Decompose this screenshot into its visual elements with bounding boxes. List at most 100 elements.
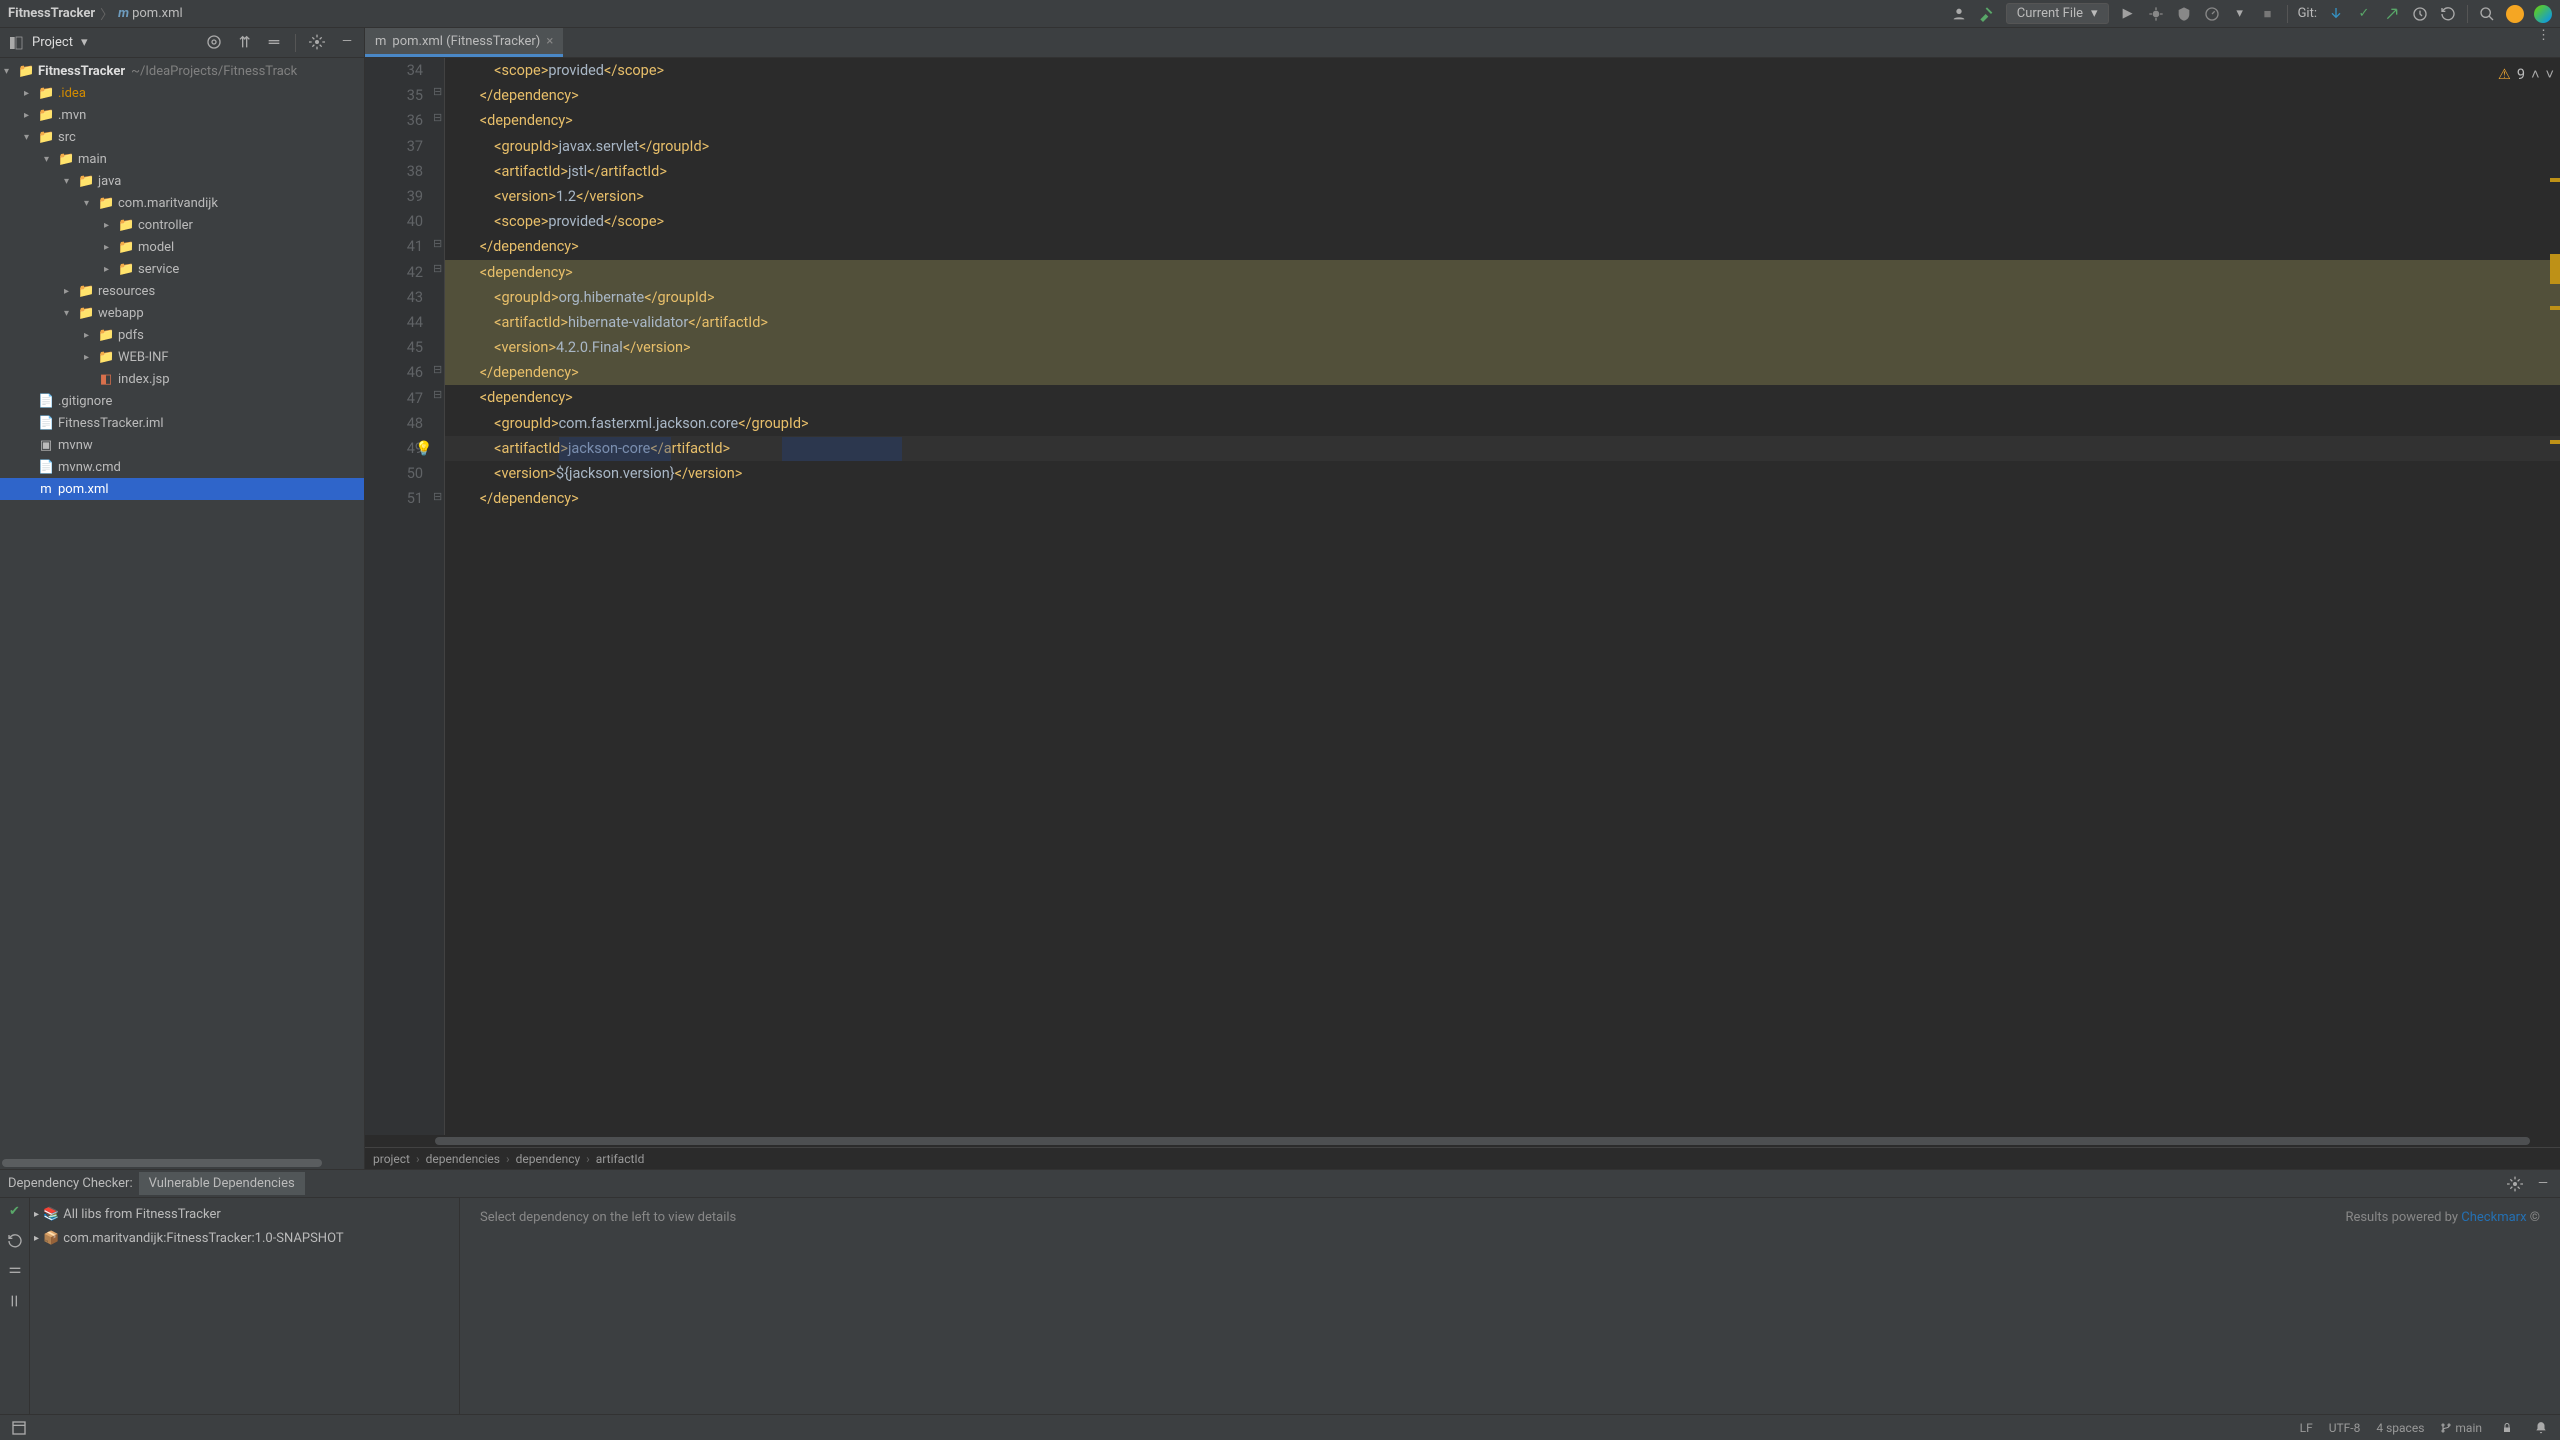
project-tree[interactable]: 📁 FitnessTracker ~/IdeaProjects/FitnessT… <box>0 58 364 1157</box>
dep-tree-item[interactable]: ▸ 📚 All libs from FitnessTracker <box>34 1202 455 1226</box>
select-opened-icon[interactable] <box>205 34 223 52</box>
editor-content[interactable]: 343536373839404142434445464748495051 ⊟ ⊟… <box>365 58 2560 1135</box>
build-icon[interactable] <box>1978 6 1996 22</box>
editor-scrollbar[interactable] <box>365 1135 2560 1147</box>
vulnerable-tab[interactable]: Vulnerable Dependencies <box>139 1172 305 1195</box>
tree-item-idea[interactable]: 📁 .idea <box>0 82 364 104</box>
expand-icon[interactable] <box>64 308 78 319</box>
expand-icon[interactable]: ▸ <box>34 1209 39 1220</box>
ok-status-icon[interactable]: ✔ <box>9 1204 20 1219</box>
tree-item-gitignore[interactable]: 📄 .gitignore <box>0 390 364 412</box>
rollback-icon[interactable] <box>2439 6 2457 22</box>
chevron-down-icon[interactable]: ˅ <box>2546 66 2554 83</box>
coverage-icon[interactable] <box>2175 6 2193 22</box>
collapse-all-icon[interactable] <box>265 34 283 52</box>
indent[interactable]: 4 spaces <box>2376 1421 2424 1435</box>
dependency-tree[interactable]: ▸ 📚 All libs from FitnessTracker ▸ 📦 com… <box>30 1198 460 1414</box>
avatar-icon[interactable] <box>2506 5 2524 23</box>
project-view-icon[interactable] <box>8 35 24 51</box>
debug-icon[interactable] <box>2147 6 2165 22</box>
history-icon[interactable] <box>2411 6 2429 22</box>
collapse-icon[interactable] <box>6 1293 24 1309</box>
checkmarx-link[interactable]: Checkmarx <box>2461 1210 2526 1225</box>
tree-scrollbar[interactable] <box>0 1157 364 1169</box>
expand-icon[interactable] <box>104 264 118 275</box>
inspection-widget[interactable]: ⚠ 9 ˄ ˅ <box>2492 64 2560 85</box>
breadcrumb-dependencies[interactable]: dependencies <box>426 1152 500 1166</box>
tree-item-mvnw[interactable]: ▣ mvnw <box>0 434 364 456</box>
expand-icon[interactable] <box>24 110 38 121</box>
bottom-tool-header: Dependency Checker: Vulnerable Dependenc… <box>0 1170 2560 1198</box>
expand-all-icon[interactable] <box>235 34 253 52</box>
project-tool-title[interactable]: Project <box>32 35 73 50</box>
expand-icon[interactable] <box>64 176 78 187</box>
tree-item-main[interactable]: 📁 main <box>0 148 364 170</box>
tree-item-indexjsp[interactable]: ◧ index.jsp <box>0 368 364 390</box>
tree-item-controller[interactable]: 📁 controller <box>0 214 364 236</box>
tree-item-package[interactable]: 📁 com.maritvandijk <box>0 192 364 214</box>
tree-item-src[interactable]: 📁 src <box>0 126 364 148</box>
expand-icon[interactable] <box>84 352 98 363</box>
toolbar-row: Project ▾ — m pom.xml (FitnessTracker) ×… <box>0 28 2560 58</box>
tree-item-model[interactable]: 📁 model <box>0 236 364 258</box>
tree-item-iml[interactable]: 📄 FitnessTracker.iml <box>0 412 364 434</box>
breadcrumb-artifactid[interactable]: artifactId <box>596 1152 645 1166</box>
line-sep[interactable]: LF <box>2300 1421 2313 1435</box>
tree-item-pdfs[interactable]: 📁 pdfs <box>0 324 364 346</box>
tool-settings-icon[interactable] <box>2506 1176 2524 1192</box>
more-run-icon[interactable]: ▾ <box>2231 6 2249 21</box>
intention-bulb-icon[interactable]: 💡 <box>415 441 432 457</box>
code-area[interactable]: <scope>provided</scope> </dependency> <d… <box>445 58 2560 1135</box>
tabs-more-icon[interactable]: ⋮ <box>2537 28 2550 57</box>
close-tab-icon[interactable]: × <box>546 34 553 49</box>
tree-root[interactable]: 📁 FitnessTracker ~/IdeaProjects/FitnessT… <box>0 60 364 82</box>
tree-item-pom[interactable]: m pom.xml <box>0 478 364 500</box>
lock-icon[interactable] <box>2498 1420 2516 1436</box>
tree-item-mvn[interactable]: 📁 .mvn <box>0 104 364 126</box>
ide-services-icon[interactable] <box>2534 5 2552 23</box>
encoding[interactable]: UTF-8 <box>2329 1421 2361 1435</box>
git-commit-icon[interactable]: ✓ <box>2355 6 2373 21</box>
add-user-icon[interactable] <box>1950 6 1968 22</box>
expand-icon[interactable] <box>84 330 98 341</box>
profile-icon[interactable] <box>2203 6 2221 22</box>
expand-icon[interactable] <box>24 88 38 99</box>
gutter[interactable]: 343536373839404142434445464748495051 <box>365 58 435 1135</box>
notifications-icon[interactable] <box>2532 1420 2550 1436</box>
expand-icon[interactable] <box>24 132 38 143</box>
settings-icon[interactable] <box>308 34 326 52</box>
expand-icon[interactable] <box>44 154 58 165</box>
tree-item-service[interactable]: 📁 service <box>0 258 364 280</box>
chevron-up-icon[interactable]: ˄ <box>2531 66 2539 83</box>
expand-icon[interactable] <box>6 1263 24 1279</box>
run-config-dropdown[interactable]: Current File ▾ <box>2006 3 2109 24</box>
run-icon[interactable]: ▶ <box>2119 6 2137 21</box>
gutter-fold[interactable]: ⊟ ⊟ ⊟ ⊟ ⊟ ⊟ ⊟ <box>435 58 445 1135</box>
tree-item-resources[interactable]: 📁 resources <box>0 280 364 302</box>
hide-tool-icon[interactable]: — <box>2534 1176 2552 1192</box>
refresh-icon[interactable] <box>6 1233 24 1249</box>
tree-item-webinf[interactable]: 📁 WEB-INF <box>0 346 364 368</box>
git-branch[interactable]: main <box>2440 1421 2482 1435</box>
tree-item-java[interactable]: 📁 java <box>0 170 364 192</box>
tool-windows-icon[interactable] <box>10 1420 28 1436</box>
error-stripe[interactable] <box>2546 58 2560 1135</box>
expand-icon[interactable] <box>4 66 18 77</box>
expand-icon[interactable]: ▸ <box>34 1233 39 1244</box>
tree-item-mvnwcmd[interactable]: 📄 mvnw.cmd <box>0 456 364 478</box>
breadcrumb-dependency[interactable]: dependency <box>516 1152 581 1166</box>
dep-tree-item[interactable]: ▸ 📦 com.maritvandijk:FitnessTracker:1.0-… <box>34 1226 455 1250</box>
stop-icon[interactable]: ■ <box>2259 6 2277 22</box>
expand-icon[interactable] <box>104 242 118 253</box>
expand-icon[interactable] <box>104 220 118 231</box>
expand-icon[interactable] <box>84 198 98 209</box>
expand-icon[interactable] <box>64 286 78 297</box>
git-pull-icon[interactable] <box>2327 6 2345 22</box>
chevron-down-icon[interactable]: ▾ <box>81 35 88 50</box>
git-push-icon[interactable] <box>2383 6 2401 22</box>
hide-icon[interactable]: — <box>338 34 356 52</box>
tree-item-webapp[interactable]: 📁 webapp <box>0 302 364 324</box>
editor-tab-pom[interactable]: m pom.xml (FitnessTracker) × <box>365 28 563 57</box>
search-everywhere-icon[interactable] <box>2478 6 2496 22</box>
breadcrumb-project[interactable]: project <box>373 1152 410 1166</box>
